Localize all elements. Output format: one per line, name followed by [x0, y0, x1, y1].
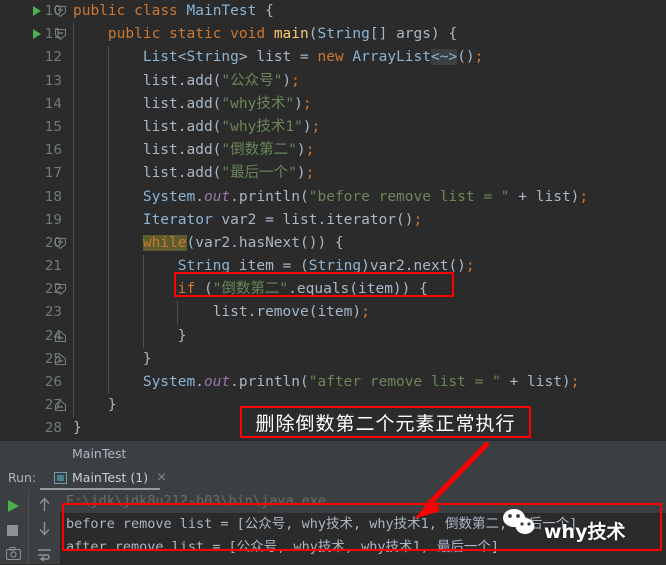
console-area: E:\jdk\jdk8u212-b03\bin\java.exe ... bef…: [0, 490, 666, 564]
run-tool-window: Run: MainTest (1) × E:\jdk\jdk8u212-b03\…: [0, 465, 666, 564]
soft-wrap-icon[interactable]: [37, 546, 52, 565]
code-line[interactable]: 18 System.out.println("before remove lis…: [0, 185, 666, 209]
code-line[interactable]: 23 list.remove(item);: [0, 301, 666, 325]
code-text: System.out.println("before remove list =…: [142, 188, 589, 205]
code-text: list.remove(item);: [212, 304, 370, 321]
camera-icon[interactable]: [6, 545, 21, 564]
code-text: list.add("why技术1");: [142, 118, 321, 135]
code-line[interactable]: 20 while(var2.hasNext()) {: [0, 231, 666, 256]
arrow-up-icon[interactable]: [38, 497, 51, 516]
code-line[interactable]: 13 list.add("公众号");: [0, 69, 666, 93]
line-number: 17: [44, 165, 62, 182]
code-text: }: [107, 397, 117, 414]
code-line[interactable]: 26 System.out.println("after remove list…: [0, 371, 666, 395]
code-line[interactable]: 12 List<String> list = new ArrayList<~>(…: [0, 46, 666, 70]
line-number: 19: [44, 211, 62, 228]
line-number: 23: [44, 304, 62, 321]
code-text: System.out.println("after remove list = …: [142, 374, 580, 390]
line-number: 16: [44, 142, 62, 159]
line-number: 15: [44, 118, 62, 135]
code-line[interactable]: 10 public class MainTest {: [0, 0, 666, 23]
code-text: list.add("why技术");: [142, 95, 312, 112]
close-icon[interactable]: ×: [156, 470, 167, 485]
fold-toggle-icon[interactable]: [55, 400, 66, 412]
fold-toggle-icon[interactable]: [55, 353, 66, 365]
line-number: 13: [44, 72, 62, 89]
code-text: Iterator var2 = list.iterator();: [142, 211, 423, 228]
console-command-line: E:\jdk\jdk8u212-b03\bin\java.exe ...: [60, 490, 666, 513]
code-text: public class MainTest {: [73, 3, 274, 19]
line-number: 21: [44, 258, 62, 275]
line-number: 28: [44, 420, 62, 437]
code-text: }: [177, 327, 187, 344]
code-text: list.add("倒数第二");: [142, 142, 315, 159]
tab-maintest-1[interactable]: MainTest (1) ×: [48, 465, 173, 490]
breadcrumb[interactable]: MainTest: [0, 440, 666, 465]
run-tab-label: MainTest (1): [72, 470, 149, 485]
line-number: 18: [44, 188, 62, 205]
code-text: while(var2.hasNext()) {: [142, 234, 344, 251]
fold-toggle-icon[interactable]: [55, 284, 66, 296]
code-line[interactable]: 11 public static void main(String[] args…: [0, 23, 666, 47]
code-editor[interactable]: 10 public class MainTest {11 public stati…: [0, 0, 666, 440]
code-text: String item = (String)var2.next();: [177, 258, 475, 275]
run-configuration-icon: [54, 471, 67, 484]
code-line[interactable]: 21 String item = (String)var2.next();: [0, 255, 666, 279]
fold-toggle-icon[interactable]: [55, 237, 66, 249]
code-text: list.add("公众号");: [142, 72, 300, 89]
code-line[interactable]: 15 list.add("why技术1");: [0, 115, 666, 140]
code-line[interactable]: 19 Iterator var2 = list.iterator();: [0, 208, 666, 232]
line-number: 26: [44, 374, 62, 390]
code-text: }: [73, 420, 82, 437]
run-tab-bar: Run: MainTest (1) ×: [0, 465, 666, 490]
fold-toggle-icon[interactable]: [55, 330, 66, 342]
code-text: if ("倒数第二".equals(item)) {: [177, 281, 428, 298]
line-number: 14: [44, 95, 62, 112]
arrow-down-icon[interactable]: [38, 521, 51, 540]
code-line[interactable]: 16 list.add("倒数第二");: [0, 139, 666, 163]
code-line[interactable]: 17 list.add("最后一个");: [0, 162, 666, 186]
play-icon[interactable]: [6, 498, 21, 517]
console-output-line-1: before remove list = [公众号, why技术, why技术1…: [66, 516, 578, 532]
annotation-callout-box: 删除倒数第二个元素正常执行: [240, 406, 531, 438]
console-output-line-2: after remove list = [公众号, why技术, why技术1,…: [66, 539, 499, 555]
console-output[interactable]: E:\jdk\jdk8u212-b03\bin\java.exe ... bef…: [60, 490, 666, 564]
code-text: }: [142, 350, 152, 367]
code-line[interactable]: 22 if ("倒数第二".equals(item)) {: [0, 278, 666, 302]
code-line[interactable]: 14 list.add("why技术");: [0, 92, 666, 116]
run-window-label: Run:: [8, 470, 37, 485]
code-text: list.add("最后一个");: [142, 165, 315, 182]
code-text: List<String> list = new ArrayList<~>();: [142, 49, 484, 66]
run-gutter-icon[interactable]: [33, 6, 41, 16]
code-text: public static void main(String[] args) {: [107, 26, 458, 43]
stop-icon[interactable]: [6, 522, 19, 541]
console-nav-toolbar: [28, 490, 61, 564]
fold-toggle-icon[interactable]: [55, 6, 66, 17]
line-number: 12: [44, 49, 62, 66]
run-controls-toolbar: [0, 490, 28, 564]
run-gutter-icon[interactable]: [33, 29, 41, 40]
code-line[interactable]: 25 }: [0, 347, 666, 371]
code-line[interactable]: 24 }: [0, 324, 666, 348]
fold-toggle-icon[interactable]: [55, 29, 66, 41]
